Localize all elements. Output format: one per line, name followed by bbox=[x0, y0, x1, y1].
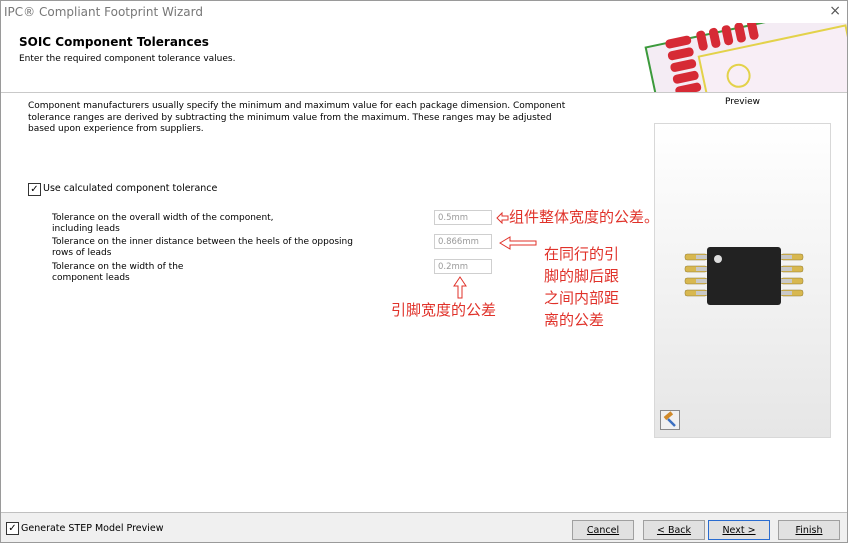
next-button[interactable]: Next > bbox=[708, 520, 770, 540]
preview-tool-button[interactable] bbox=[660, 410, 680, 430]
annotation-lead-width: 引脚宽度的公差 bbox=[391, 301, 497, 319]
footer-bar: ✓ Generate STEP Model Preview Cancel < B… bbox=[1, 512, 847, 542]
annotation-arrow-left bbox=[496, 211, 509, 225]
wizard-window: IPC® Compliant Footprint Wizard × SOIC C… bbox=[0, 0, 848, 543]
preview-label: Preview bbox=[725, 97, 761, 107]
finish-button[interactable]: Finish bbox=[778, 520, 840, 540]
soic-chip-preview bbox=[684, 247, 804, 305]
cancel-button[interactable]: Cancel bbox=[572, 520, 634, 540]
generate-step-checkbox[interactable]: ✓ bbox=[6, 522, 19, 535]
back-button[interactable]: < Back bbox=[643, 520, 705, 540]
generate-step-label: Generate STEP Model Preview bbox=[21, 523, 164, 534]
annotation-arrow-up bbox=[453, 276, 467, 299]
annotation-inner-distance: 在同行的引 脚的脚后跟 之间内部距 离的公差 bbox=[544, 243, 619, 331]
annotation-line: 在同行的引 bbox=[544, 245, 620, 263]
annotation-arrow-left bbox=[499, 236, 537, 250]
annotation-line: 离的公差 bbox=[544, 311, 605, 329]
hammer-icon bbox=[663, 411, 676, 427]
annotation-line: 脚的脚后跟 bbox=[544, 267, 620, 285]
annotation-line: 之间内部距 bbox=[544, 289, 620, 307]
